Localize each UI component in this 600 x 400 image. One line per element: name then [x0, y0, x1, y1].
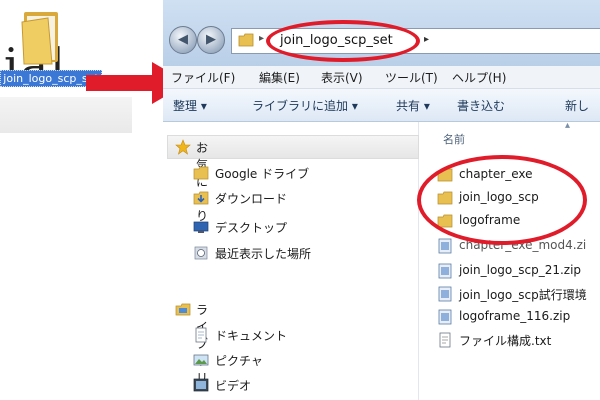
zip-icon [438, 309, 452, 325]
menu-help[interactable]: ヘルプ(H) [452, 69, 506, 86]
highlight-circle-address [266, 20, 420, 62]
command-bar: 整理 ▾ ライブラリに追加 ▾ 共有 ▾ 書き込む 新し [163, 89, 600, 122]
folder-icon [238, 33, 254, 47]
arrow-left-icon: ◀ [178, 32, 188, 47]
highlight-circle-folders [417, 155, 587, 245]
library-icon [175, 303, 191, 316]
share-button[interactable]: 共有 ▾ [396, 97, 430, 114]
new-folder-button[interactable]: 新し [565, 97, 589, 114]
folder-icon[interactable] [18, 8, 62, 66]
menu-edit[interactable]: 編集(E) [259, 69, 300, 86]
burn-button[interactable]: 書き込む [457, 97, 505, 114]
organize-button[interactable]: 整理 ▾ [173, 97, 207, 114]
document-icon [195, 327, 207, 343]
desktop-icon [193, 221, 209, 233]
menu-view[interactable]: 表示(V) [321, 69, 363, 86]
breadcrumb-separator-icon[interactable]: ▸ [424, 34, 429, 45]
zip-icon [438, 238, 452, 254]
column-header-name[interactable]: 名前 [443, 131, 465, 147]
back-button[interactable]: ◀ [169, 26, 197, 54]
forward-button[interactable]: ▶ [197, 26, 225, 54]
picture-icon [193, 354, 209, 366]
zip-icon [438, 263, 452, 279]
video-icon [193, 378, 209, 392]
menu-tools[interactable]: ツール(T) [385, 69, 438, 86]
breadcrumb-separator-icon[interactable]: ▸ [259, 33, 264, 44]
navigation-pane: お気に入り Google ドライブ ダウンロード デスクトップ 最近表示した場所… [163, 122, 419, 400]
text-file-icon [439, 332, 451, 348]
menu-bar: ファイル(F) 編集(E) 表示(V) ツール(T) ヘルプ(H) [163, 66, 600, 89]
star-icon [175, 139, 191, 155]
folder-icon [193, 166, 209, 180]
menu-file[interactable]: ファイル(F) [171, 69, 235, 86]
recent-places-icon [194, 246, 208, 260]
add-to-library-button[interactable]: ライブラリに追加 ▾ [252, 97, 358, 114]
chevron-up-icon[interactable]: ▴ [565, 120, 570, 131]
zip-icon [438, 286, 452, 302]
explorer-window: ◀ ▶ ▸ join_logo_scp_set ▸ ファイル(F) 編集(E) … [163, 0, 600, 400]
arrow-right-icon: ▶ [206, 32, 216, 47]
download-folder-icon [193, 191, 209, 205]
